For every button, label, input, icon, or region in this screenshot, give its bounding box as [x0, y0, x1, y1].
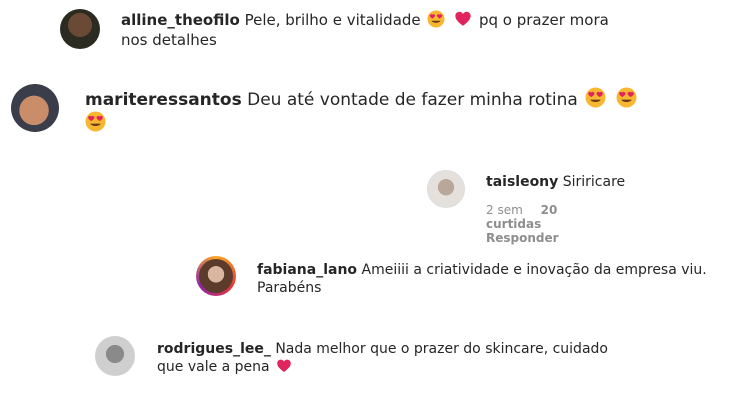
comment-text: Parabéns — [257, 280, 322, 297]
comment-time: 2 sem — [486, 203, 523, 217]
avatar[interactable] — [60, 9, 100, 49]
comment-username[interactable]: taisleony — [486, 174, 558, 190]
avatar[interactable] — [427, 170, 465, 208]
comment-body: alline_theofilo Pele, brilho e vitalidad… — [121, 10, 641, 50]
comment-text: pq o prazer mora — [478, 11, 609, 29]
comment-username[interactable]: rodrigues_lee_ — [157, 341, 271, 357]
red-heart-icon — [276, 358, 292, 374]
comment-text: Pele, brilho e vitalidade — [244, 11, 421, 29]
comment-username[interactable]: alline_theofilo — [121, 11, 240, 29]
comment-meta: 2 sem 20 curtidas Responder — [486, 203, 573, 245]
avatar[interactable] — [11, 84, 59, 132]
red-heart-icon — [454, 10, 472, 28]
avatar[interactable] — [196, 256, 236, 296]
comment-text: Nada melhor que o prazer do skincare, cu… — [275, 341, 608, 357]
comment-body: fabiana_lano Ameiiii a criatividade e in… — [257, 261, 747, 297]
comment-username[interactable]: fabiana_lano — [257, 262, 357, 278]
comment-text: nos detalhes — [121, 30, 217, 49]
smiling-face-with-heart-eyes-icon — [585, 87, 606, 108]
comment-text: que vale a pena — [157, 359, 270, 376]
comment-text: Ameiiii a criatividade e inovação da emp… — [361, 262, 707, 278]
smiling-face-with-heart-eyes-icon — [427, 10, 445, 28]
comment-body: rodrigues_lee_ Nada melhor que o prazer … — [157, 340, 677, 376]
reply-button[interactable]: Responder — [486, 231, 559, 245]
smiling-face-with-heart-eyes-icon — [616, 87, 637, 108]
smiling-face-with-heart-eyes-icon — [85, 111, 106, 132]
comment-username[interactable]: mariteressantos — [85, 90, 242, 110]
comment-text: Deu até vontade de fazer minha rotina — [247, 90, 578, 110]
comment-body: mariteressantos Deu até vontade de fazer… — [85, 87, 685, 135]
avatar[interactable] — [95, 336, 135, 376]
comment-body: taisleony Siriricare — [486, 173, 736, 191]
comment-text: Siriricare — [562, 174, 626, 190]
